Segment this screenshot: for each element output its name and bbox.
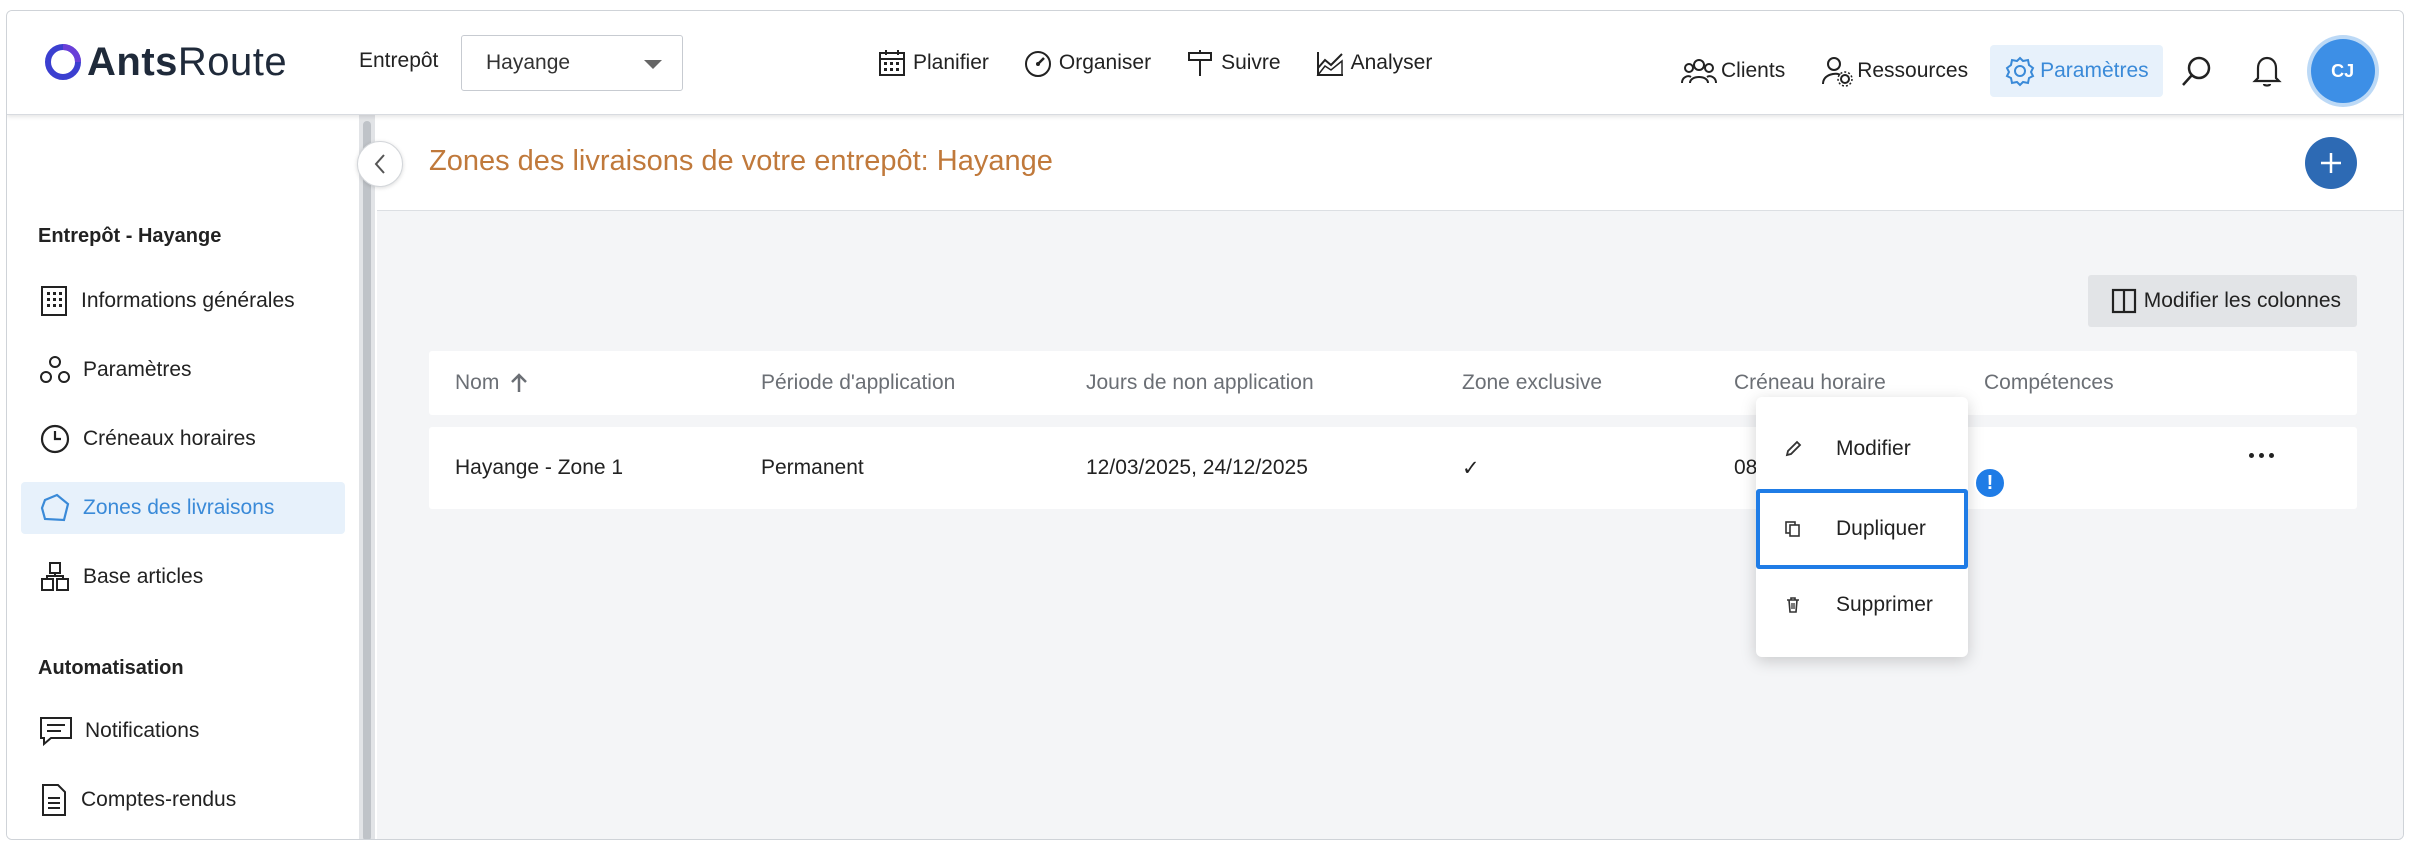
menu-item-modifier[interactable]: Modifier [1756, 413, 1968, 485]
avatar[interactable]: CJ [2310, 39, 2375, 103]
pencil-icon [1785, 440, 1802, 457]
column-header-exclusive[interactable]: Zone exclusive [1462, 371, 1602, 395]
nav-label: Organiser [1058, 51, 1152, 74]
entrepot-label: Entrepôt [359, 49, 439, 72]
nav-label: Suivre [1221, 51, 1281, 74]
entrepot-select[interactable]: Hayange [461, 35, 683, 91]
modify-columns-label: Modifier les colonnes [2143, 289, 2341, 312]
cell-nom: Hayange - Zone 1 [455, 456, 624, 479]
sidebar: Entrepôt - Hayange Informations générale… [7, 115, 359, 839]
sidebar-item-zones[interactable]: Zones des livraisons [21, 482, 345, 534]
sidebar-item-label: Base articles [83, 565, 204, 588]
page-header: Zones des livraisons de votre entrepôt: … [377, 115, 2403, 211]
nav-analyser[interactable]: Analyser [1315, 41, 1433, 85]
menu-item-label: Modifier [1836, 437, 1911, 460]
cell-periode: Permanent [761, 456, 864, 479]
sidebar-item-label: Paramètres [83, 358, 192, 381]
boxes-icon [41, 562, 69, 591]
sidebar-item-label: Créneaux horaires [83, 427, 256, 450]
bell-icon [2251, 56, 2282, 87]
sidebar-item-articles[interactable]: Base articles [21, 551, 345, 603]
scrollbar-thumb[interactable] [363, 121, 371, 839]
copy-icon [1785, 521, 1800, 537]
message-icon [40, 717, 72, 747]
sidebar-item-label: Notifications [85, 719, 200, 742]
alert-badge: ! [1974, 467, 2006, 499]
menu-item-dupliquer[interactable]: Dupliquer [1756, 489, 1968, 569]
column-header-competences[interactable]: Compétences [1984, 371, 2114, 395]
page-title: Zones des livraisons de votre entrepôt: … [429, 145, 1053, 177]
collapse-sidebar-button[interactable] [357, 141, 403, 187]
gear-icon [2005, 56, 2035, 87]
top-bar: AntsRoute Entrepôt Hayange Planifier Org… [7, 11, 2403, 115]
calendar-icon [879, 50, 905, 76]
main-content: Zones des livraisons de votre entrepôt: … [377, 115, 2403, 839]
nav-suivre[interactable]: Suivre [1185, 41, 1281, 85]
check-icon: ✓ [1462, 456, 1480, 480]
sidebar-item-creneaux[interactable]: Créneaux horaires [21, 413, 345, 465]
column-header-nom[interactable]: Nom [455, 371, 529, 395]
plus-icon [2321, 153, 2341, 173]
menu-item-label: Supprimer [1836, 593, 1933, 616]
search-icon [2181, 56, 2210, 86]
entrepot-select-value: Hayange [486, 51, 571, 74]
avatar-initials: CJ [2331, 60, 2355, 81]
chevron-down-icon [644, 60, 662, 69]
row-context-menu: Modifier Dupliquer Supprimer [1756, 397, 1968, 657]
ants-logo-icon [45, 44, 81, 80]
nav-label: Ressources [1857, 59, 1969, 82]
nav-label: Paramètres [2040, 59, 2149, 82]
table-row[interactable]: Hayange - Zone 1 Permanent 12/03/2025, 2… [429, 427, 2357, 509]
zone-icon [40, 493, 70, 522]
column-header-periode[interactable]: Période d'application [761, 371, 955, 395]
sidebar-item-label: Zones des livraisons [83, 496, 275, 519]
main-nav: Planifier Organiser Suivre Analyser [877, 41, 1466, 85]
sidebar-item-notifications[interactable]: Notifications [21, 705, 345, 757]
sidebar-section-title: Entrepôt - Hayange [38, 225, 222, 247]
sidebar-item-parametres[interactable]: Paramètres [21, 344, 345, 396]
user-gear-icon [1822, 57, 1853, 87]
nav-clients[interactable]: Clients [1667, 45, 1799, 97]
document-icon [42, 784, 66, 816]
column-header-creneau[interactable]: Créneau horaire [1734, 371, 1886, 395]
more-options-icon[interactable] [2249, 453, 2274, 458]
right-nav: Clients Ressources Paramètres CJ [1667, 39, 2375, 103]
nav-parametres[interactable]: Paramètres [1990, 45, 2163, 97]
sidebar-item-label: Comptes-rendus [81, 788, 237, 811]
sidebar-item-informations[interactable]: Informations générales [21, 275, 345, 327]
gauge-icon [1024, 51, 1051, 77]
chart-icon [1316, 52, 1343, 76]
menu-item-supprimer[interactable]: Supprimer [1756, 569, 1968, 641]
people-icon [1681, 59, 1717, 84]
signpost-icon [1188, 50, 1213, 76]
nav-label: Clients [1721, 59, 1786, 82]
sidebar-scrollbar[interactable] [359, 115, 375, 839]
menu-item-label: Dupliquer [1836, 517, 1926, 540]
modify-columns-button[interactable]: Modifier les colonnes [2087, 275, 2357, 327]
settings-nodes-icon [40, 356, 70, 383]
notifications-button[interactable] [2241, 45, 2293, 97]
clock-icon [40, 424, 70, 454]
sidebar-item-comptes-rendus[interactable]: Comptes-rendus [21, 774, 345, 826]
sort-ascending-icon [511, 373, 528, 392]
search-button[interactable] [2171, 45, 2223, 97]
app-window: AntsRoute Entrepôt Hayange Planifier Org… [6, 10, 2404, 840]
nav-planifier[interactable]: Planifier [877, 41, 989, 85]
brand-name: AntsRoute [87, 39, 288, 84]
sidebar-section-title: Automatisation [38, 657, 184, 679]
cell-jours: 12/03/2025, 24/12/2025 [1086, 456, 1308, 479]
table-header: Nom Période d'application Jours de non a… [429, 351, 2357, 415]
chevron-left-icon [374, 154, 385, 174]
trash-icon [1787, 597, 1799, 613]
column-header-jours[interactable]: Jours de non application [1086, 371, 1314, 395]
logo[interactable]: AntsRoute [43, 37, 287, 87]
nav-label: Analyser [1350, 51, 1433, 74]
nav-organiser[interactable]: Organiser [1023, 41, 1151, 85]
nav-ressources[interactable]: Ressources [1807, 45, 1982, 97]
building-icon [41, 286, 67, 316]
columns-icon [2111, 288, 2136, 314]
nav-label: Planifier [913, 51, 989, 74]
sidebar-item-label: Informations générales [81, 289, 295, 312]
add-zone-button[interactable] [2305, 137, 2357, 189]
